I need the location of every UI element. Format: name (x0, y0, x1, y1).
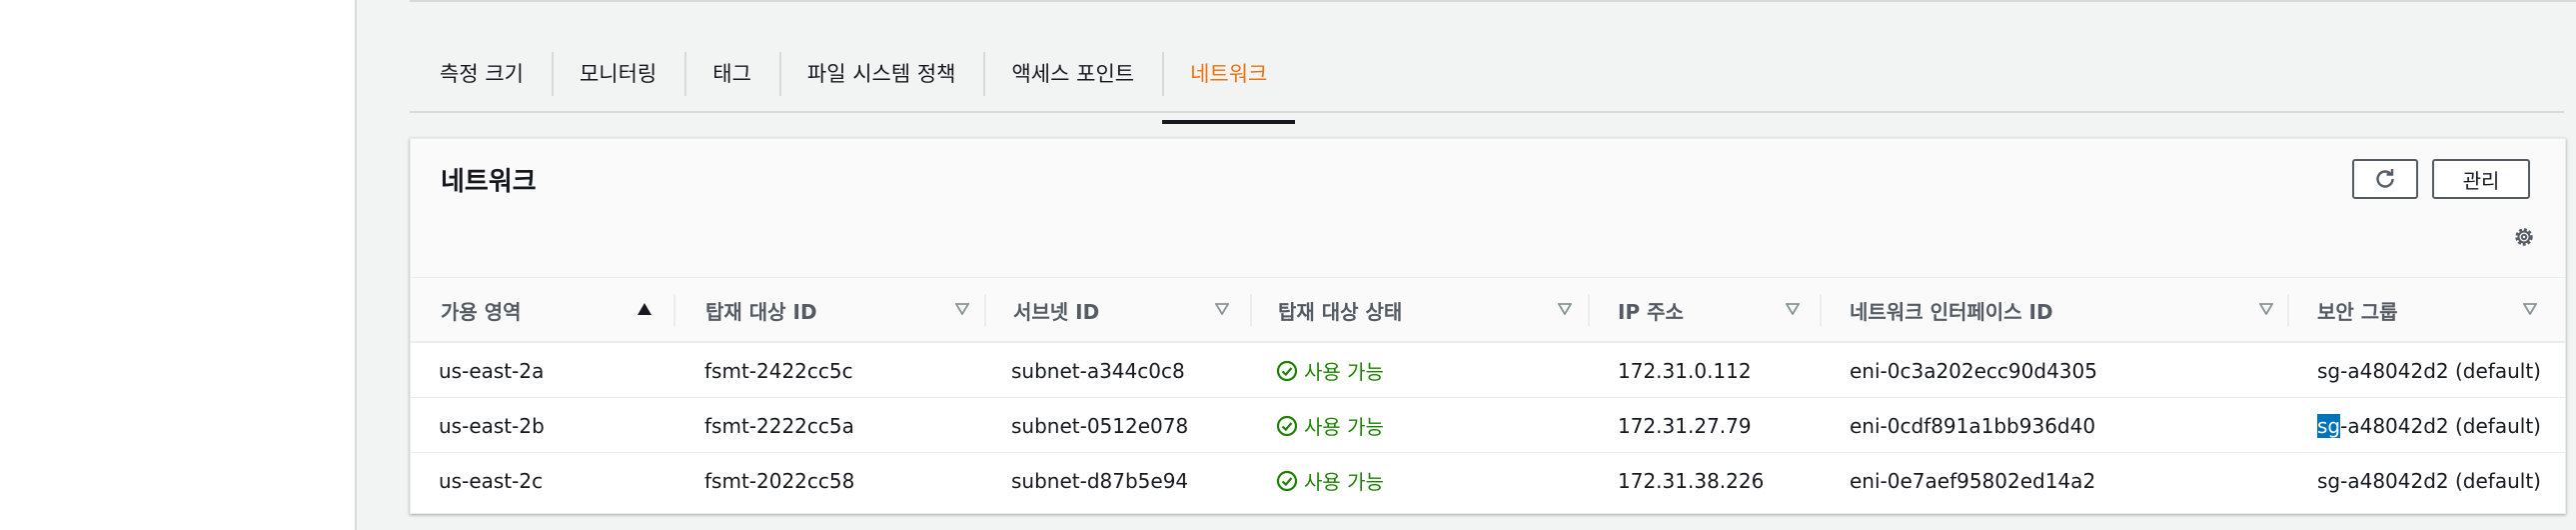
tab-tags[interactable]: 태그 (684, 48, 779, 98)
sort-icon (1784, 300, 1802, 318)
cell-subnet-id: subnet-d87b5e94 (1011, 468, 1189, 493)
cell-security-group[interactable]: sg-a48042d2 (default) (2317, 398, 2541, 453)
status-ok-icon (1276, 470, 1298, 491)
tab-network[interactable]: 네트워크 (1162, 48, 1296, 124)
cell-status: 사용 가능 (1276, 343, 1384, 398)
column-header-az[interactable]: 가용 영역 (441, 278, 680, 342)
sort-icon (2257, 300, 2275, 318)
table-row[interactable]: us-east-2c fsmt-2022cc58 subnet-d87b5e94… (411, 453, 2565, 508)
security-group-text: sg-a48042d2 (default) (2317, 468, 2541, 493)
cell-subnet-id: subnet-a344c0c8 (1011, 358, 1185, 383)
status-text: 사용 가능 (1304, 360, 1384, 384)
status-ok-icon (1276, 360, 1298, 381)
status-text: 사용 가능 (1304, 415, 1384, 439)
cell-mount-target-id: fsmt-2022cc58 (704, 468, 855, 493)
panel-title: 네트워크 (441, 167, 537, 197)
refresh-icon (2376, 169, 2394, 188)
panel-header: 네트워크 관리 (411, 139, 2565, 277)
security-group-text: -a48042d2 (default) (2340, 413, 2541, 438)
cell-ip: 172.31.27.79 (1618, 413, 1752, 438)
cell-status: 사용 가능 (1276, 453, 1384, 508)
sort-icon (1556, 300, 1574, 318)
text-selection: sg (2317, 413, 2341, 438)
cell-az: us-east-2c (439, 468, 544, 493)
network-panel: 네트워크 관리 가용 영역 탑재 대상 ID 서브넷 ID 탑재 대상 상태 I… (410, 138, 2566, 514)
tab-bar: 측정 크기 모니터링 태그 파일 시스템 정책 액세스 포인트 네트워크 (410, 35, 2564, 124)
cell-security-group[interactable]: sg-a48042d2 (default) (2317, 343, 2541, 398)
column-header-eni[interactable]: 네트워크 인터페이스 ID (1850, 278, 2299, 342)
cell-eni[interactable]: eni-0c3a202ecc90d4305 (1850, 343, 2097, 398)
table-row[interactable]: us-east-2a fsmt-2422cc5c subnet-a344c0c8… (411, 343, 2565, 398)
table-header: 가용 영역 탑재 대상 ID 서브넷 ID 탑재 대상 상태 IP 주소 네트워… (411, 277, 2565, 343)
page: 측정 크기 모니터링 태그 파일 시스템 정책 액세스 포인트 네트워크 네트워… (0, 0, 2576, 530)
cell-ip: 172.31.0.112 (1618, 358, 1752, 383)
sort-icon (1213, 300, 1231, 318)
column-label: 가용 영역 (441, 299, 522, 324)
cell-eni[interactable]: eni-0cdf891a1bb936d40 (1850, 398, 2095, 453)
sort-icon (2521, 300, 2539, 318)
tab-file-system-policy[interactable]: 파일 시스템 정책 (778, 48, 984, 98)
sort-icon (953, 300, 971, 318)
security-group-text: sg-a48042d2 (default) (2317, 358, 2541, 383)
tab-access-points[interactable]: 액세스 포인트 (983, 48, 1162, 98)
table-row[interactable]: us-east-2b fsmt-2222cc5a subnet-0512e078… (411, 398, 2565, 453)
cell-status: 사용 가능 (1276, 398, 1384, 453)
status-ok-icon (1276, 415, 1298, 436)
column-header-subnet-id[interactable]: 서브넷 ID (1013, 278, 1303, 342)
status-text: 사용 가능 (1304, 470, 1384, 494)
cell-eni[interactable]: eni-0e7aef95802ed14a2 (1850, 453, 2095, 508)
gear-icon[interactable] (2511, 224, 2537, 250)
cell-az: us-east-2b (439, 413, 545, 438)
cell-security-group[interactable]: sg-a48042d2 (default) (2317, 453, 2541, 508)
column-label: 보안 그룹 (2317, 299, 2398, 324)
column-header-ip[interactable]: IP 주소 (1618, 278, 1818, 342)
manage-button[interactable]: 관리 (2432, 159, 2530, 199)
column-label: 서브넷 ID (1013, 299, 1100, 324)
cell-mount-target-id: fsmt-2222cc5a (704, 413, 854, 438)
column-header-security-group[interactable]: 보안 그룹 (2317, 278, 2547, 342)
cell-az: us-east-2a (439, 358, 545, 383)
refresh-button[interactable] (2352, 159, 2418, 199)
column-header-mount-target-id[interactable]: 탑재 대상 ID (705, 278, 995, 342)
cell-mount-target-id: fsmt-2422cc5c (704, 358, 853, 383)
sort-ascending-icon (636, 300, 653, 318)
left-gutter (0, 0, 357, 530)
column-label: 탑재 대상 상태 (1278, 299, 1403, 324)
cell-ip: 172.31.38.226 (1618, 468, 1765, 493)
top-divider (410, 0, 2576, 2)
cell-subnet-id: subnet-0512e078 (1011, 413, 1189, 438)
column-header-status[interactable]: 탑재 대상 상태 (1278, 278, 1598, 342)
column-label: 네트워크 인터페이스 ID (1850, 299, 2053, 324)
tab-metrics[interactable]: 측정 크기 (410, 48, 552, 98)
column-label: 탑재 대상 ID (705, 299, 817, 324)
column-label: IP 주소 (1618, 299, 1684, 324)
tab-monitoring[interactable]: 모니터링 (551, 48, 684, 98)
